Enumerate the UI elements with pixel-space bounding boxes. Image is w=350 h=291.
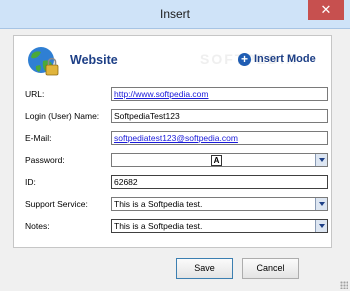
login-field[interactable]: SoftpediaTest123: [111, 109, 328, 123]
email-label: E-Mail:: [25, 133, 52, 143]
save-button[interactable]: Save: [176, 258, 233, 279]
mode-label: Insert Mode: [254, 53, 316, 65]
close-button[interactable]: ✕: [308, 0, 344, 20]
url-field[interactable]: http://www.softpedia.com: [111, 87, 328, 101]
support-service-label: Support Service:: [25, 199, 88, 209]
notes-field[interactable]: This is a Softpedia test.: [111, 219, 328, 233]
support-service-dropdown-button[interactable]: [315, 198, 327, 210]
insert-mode-indicator: + Insert Mode: [238, 51, 316, 67]
window-title: Insert: [159, 7, 190, 21]
notes-value: This is a Softpedia test.: [114, 221, 203, 231]
password-dropdown-button[interactable]: [315, 154, 327, 166]
globe-lock-icon: [28, 47, 59, 76]
notes-dropdown-button[interactable]: [315, 220, 327, 232]
title-bar[interactable]: Insert ✕: [0, 0, 350, 29]
password-field[interactable]: A: [111, 153, 328, 167]
support-service-value: This is a Softpedia test.: [114, 199, 203, 209]
url-label: URL:: [25, 89, 45, 99]
password-generator-icon[interactable]: A: [211, 155, 222, 166]
email-field[interactable]: softpediatest123@softpedia.com: [111, 131, 328, 145]
password-label: Password:: [25, 155, 65, 165]
support-service-field[interactable]: This is a Softpedia test.: [111, 197, 328, 211]
id-label: ID:: [25, 177, 36, 187]
insert-dialog: Insert ✕ Website SOFTPEDIA + Insert Mode…: [0, 0, 350, 291]
cancel-button[interactable]: Cancel: [242, 258, 299, 279]
plus-circle-icon: +: [238, 52, 251, 66]
id-field[interactable]: 62682: [111, 175, 328, 189]
form-panel: Website SOFTPEDIA + Insert Mode URL: htt…: [13, 35, 332, 248]
notes-label: Notes:: [25, 221, 50, 231]
login-label: Login (User) Name:: [25, 111, 100, 121]
record-type-title: Website: [70, 53, 118, 67]
resize-grip[interactable]: [340, 281, 348, 289]
